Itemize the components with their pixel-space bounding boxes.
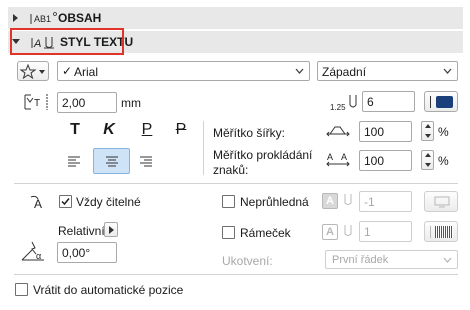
anchor-label: Ukotvení: (222, 254, 273, 268)
align-center-icon (106, 156, 118, 167)
expand-triangle-icon (13, 14, 18, 22)
align-right-icon (140, 156, 152, 167)
play-icon (109, 226, 114, 234)
spacing-scale-icon: A A (325, 150, 351, 168)
strikethrough-button[interactable]: P (170, 119, 192, 141)
opaque-color-button[interactable] (424, 191, 458, 212)
charset-select[interactable]: Západní (317, 61, 458, 81)
rotation-mode-button[interactable] (104, 222, 118, 237)
column-divider (203, 121, 204, 175)
svg-text:A: A (341, 152, 347, 162)
checkmark-icon: ✓ (62, 64, 73, 78)
svg-text:α: α (36, 251, 41, 261)
highlight-frame (10, 28, 124, 55)
spacing-scale-value: 100 (364, 154, 385, 168)
star-icon (19, 64, 45, 79)
svg-text:T: T (34, 98, 40, 109)
always-readable-checkbox[interactable] (59, 195, 72, 208)
frame-checkbox[interactable] (222, 226, 235, 239)
opaque-checkbox[interactable] (222, 195, 235, 208)
readable-icon: A (28, 193, 52, 211)
spacing-scale-label: Měřítko prokládání (213, 148, 313, 162)
content-icon-text: AB1 (34, 14, 51, 24)
align-left-icon (68, 156, 80, 167)
opaque-pen-input[interactable]: -1 (359, 191, 412, 212)
auto-position-label: Vrátit do automatické pozice (33, 283, 184, 297)
text-size-input[interactable]: 2,00 (57, 92, 117, 113)
width-scale-label: Měřítko šířky: (213, 126, 286, 140)
svg-text:A: A (34, 197, 42, 211)
width-scale-stepper[interactable] (421, 121, 434, 141)
chevron-down-icon (295, 68, 304, 74)
content-icon: AB1 (30, 11, 58, 25)
chevron-down-icon (443, 257, 452, 263)
pen-input[interactable]: 6 (362, 91, 415, 112)
width-scale-value: 100 (364, 125, 385, 139)
bold-button[interactable]: T (64, 119, 86, 141)
section-header-obsah[interactable]: AB1 OBSAH (8, 7, 463, 29)
frame-line-button[interactable] (424, 221, 458, 242)
charset-value: Západní (322, 65, 367, 79)
align-right-button[interactable] (135, 151, 157, 173)
frame-pen-icon (344, 225, 352, 236)
spacing-scale-unit: % (438, 154, 449, 168)
frame-pen-value: 1 (364, 225, 371, 239)
frame-line-divider (430, 226, 431, 238)
rotation-angle-icon: α (20, 240, 52, 262)
svg-text:A: A (327, 152, 333, 162)
pen-value: 6 (367, 95, 374, 109)
always-readable-label: Vždy čitelné (76, 195, 141, 209)
svg-text:1.25: 1.25 (330, 103, 346, 112)
section-divider (14, 183, 458, 184)
anchor-value: První řádek (332, 254, 389, 266)
frame-pattern-swatch (435, 226, 453, 238)
section-title-obsah: OBSAH (58, 11, 102, 25)
align-left-button[interactable] (63, 151, 85, 173)
align-center-button[interactable] (93, 148, 130, 174)
text-size-value: 2,00 (62, 96, 86, 110)
frame-pen-input[interactable]: 1 (359, 221, 412, 242)
chevron-down-icon (443, 68, 452, 74)
frame-fill-icon: A (322, 224, 338, 240)
underline-button[interactable]: P (136, 119, 158, 141)
anchor-select[interactable]: První řádek (325, 250, 458, 269)
monitor-icon (434, 196, 450, 208)
font-select[interactable]: ✓ Arial (57, 61, 310, 81)
section-divider-bottom (14, 274, 458, 275)
pen-color-divider (430, 96, 431, 108)
text-size-unit: mm (121, 96, 141, 110)
pen-color-swatch (436, 96, 453, 108)
rotation-angle-value: 0,00° (62, 246, 91, 260)
spacing-scale-label-2: znaků: (213, 163, 249, 177)
auto-position-checkbox[interactable] (15, 283, 28, 296)
pen-color-button[interactable] (424, 91, 458, 112)
spacing-scale-stepper[interactable] (421, 150, 434, 170)
text-size-icon: T (23, 92, 55, 112)
width-scale-unit: % (438, 125, 449, 139)
font-name: Arial (74, 65, 99, 79)
opaque-label: Neprůhledná (240, 195, 309, 209)
opaque-pen-icon (344, 194, 352, 205)
spacing-scale-input[interactable]: 100 (359, 150, 412, 171)
opaque-fill-icon: A (322, 193, 338, 209)
width-scale-input[interactable]: 100 (359, 121, 412, 142)
pen-icon: 1.25 (329, 93, 361, 113)
rotation-angle-input[interactable]: 0,00° (57, 242, 117, 263)
rotation-mode-label: Relativní (58, 224, 105, 238)
favorites-button[interactable] (17, 61, 49, 81)
opaque-pen-value: -1 (364, 195, 375, 209)
italic-button[interactable]: K (98, 119, 120, 141)
width-scale-icon (325, 122, 351, 140)
frame-label: Rámeček (240, 226, 291, 240)
